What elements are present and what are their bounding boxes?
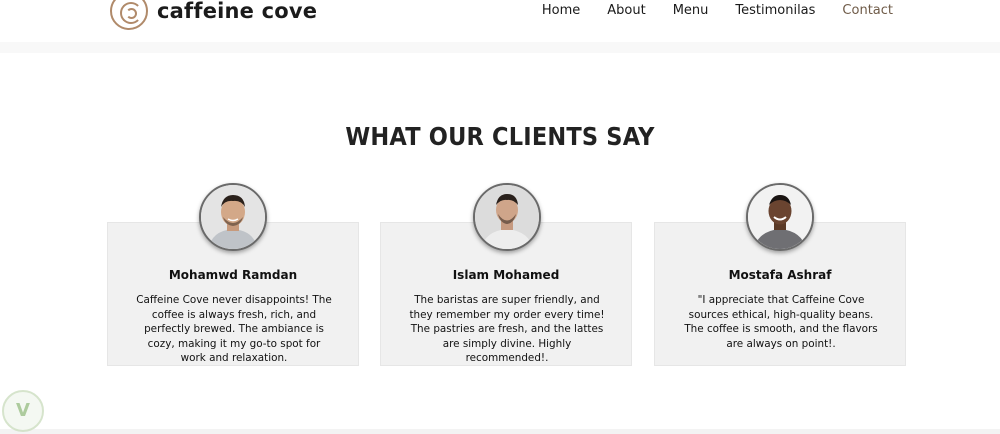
nav-home[interactable]: Home (542, 3, 580, 18)
brand-name: caffeine cove (157, 0, 318, 23)
client-quote: Caffeine Cove never disappoints! The cof… (136, 294, 332, 365)
verification-badge-icon (2, 390, 44, 432)
client-avatar (473, 183, 541, 251)
section-title: WHAT OUR CLIENTS SAY (345, 122, 655, 151)
footer-edge (0, 429, 1000, 434)
nav-about[interactable]: About (607, 3, 645, 18)
client-avatar (746, 183, 814, 251)
client-name: Mohamwd Ramdan (168, 268, 298, 282)
client-name: Mostafa Ashraf (728, 268, 832, 282)
nav-testimonials[interactable]: Testimonilas (735, 3, 815, 18)
nav-contact[interactable]: Contact (842, 3, 893, 18)
header-divider (0, 42, 1000, 53)
client-quote: "I appreciate that Caffeine Cove sources… (684, 294, 878, 350)
client-quote: The baristas are super friendly, and the… (409, 294, 605, 365)
coffee-swirl-icon (110, 0, 148, 30)
nav-menu[interactable]: Menu (673, 3, 709, 18)
site-header: caffeine cove Home About Menu Testimonil… (0, 0, 1000, 42)
brand-logo[interactable]: caffeine cove (110, 0, 317, 30)
main-nav: Home About Menu Testimonilas Contact (515, 3, 893, 18)
client-name: Islam Mohamed (452, 268, 560, 282)
client-avatar (199, 183, 267, 251)
